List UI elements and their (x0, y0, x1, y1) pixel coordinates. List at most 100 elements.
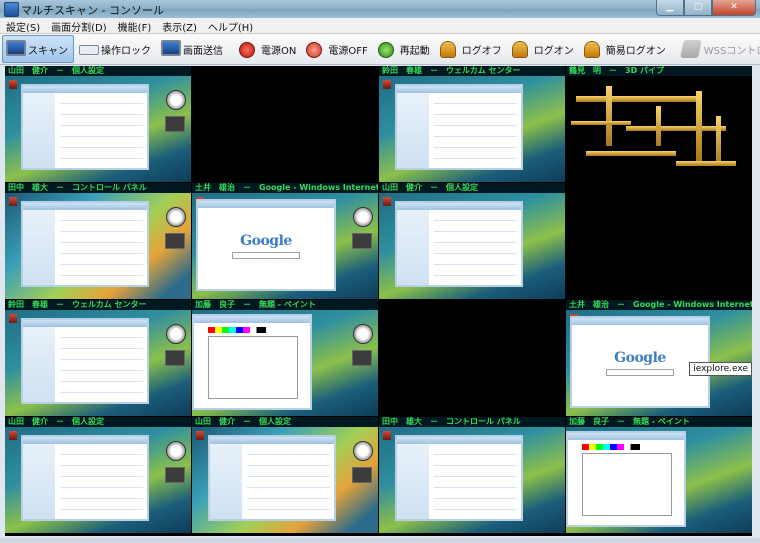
paint-canvas (207, 336, 299, 399)
close-button[interactable]: ✕ (712, 0, 756, 16)
window-controls: ▁ ▢ ✕ (656, 0, 756, 16)
client-screen-tile[interactable]: 加藤 良子 － 無題 - ペイント (192, 300, 378, 416)
client-screen-tile[interactable]: 加藤 良子 － 無題 - ペイント (566, 417, 752, 533)
menu-split-screen[interactable]: 画面分割(D) (45, 18, 112, 34)
google-logo: Google (240, 232, 292, 249)
keyboard-icon (79, 39, 99, 59)
client-screen-label: 山田 健介 － 個人設定 (5, 417, 191, 427)
pipe-segment (586, 151, 676, 156)
client-screen-tile[interactable]: 田中 雄大 － コントロール パネル (379, 417, 565, 533)
app-window-thumbnail (21, 84, 149, 170)
clock-gadget-icon (166, 441, 186, 461)
client-screen-label: 鶴見 明 － 3D パイプ (566, 66, 752, 76)
client-screen-tile[interactable]: 田中 雄大 － コントロール パネル (5, 183, 191, 299)
operation-lock-button[interactable]: 操作ロック (76, 36, 156, 62)
app-window-thumbnail (395, 84, 523, 170)
power-on-button[interactable]: 電源ON (236, 36, 301, 62)
slideshow-gadget (352, 467, 372, 483)
client-screen-tile[interactable]: 鈴田 春雄 － ウェルカム センター (5, 300, 191, 416)
clock-gadget-icon (166, 207, 186, 227)
logon-button[interactable]: ログオン (509, 36, 579, 62)
power-off-label: 電源OFF (328, 45, 368, 57)
app-window-thumbnail (395, 201, 523, 287)
client-screen-tile[interactable]: 山田 健介 － 個人設定 (5, 417, 191, 533)
quick-logon-label: 簡易ログオン (605, 45, 666, 57)
client-screen-label (192, 66, 378, 76)
client-screen-thumbnail (379, 76, 565, 182)
maximize-button[interactable]: ▢ (684, 0, 712, 16)
client-screen-thumbnail (566, 76, 752, 182)
monitor-icon (6, 39, 26, 59)
pipe-segment (656, 106, 661, 146)
recycle-bin-icon (9, 314, 17, 323)
title-bar[interactable]: マルチスキャン - コンソール ▁ ▢ ✕ (0, 0, 760, 19)
menu-view[interactable]: 表示(Z) (156, 18, 202, 34)
menu-bar: 設定(S) 画面分割(D) 機能(F) 表示(Z) ヘルプ(H) (0, 18, 760, 34)
client-screen-thumbnail (566, 427, 752, 533)
logoff-button[interactable]: ログオフ (437, 36, 507, 62)
menu-settings[interactable]: 設定(S) (0, 18, 45, 34)
app-window-thumbnail (21, 435, 149, 521)
client-screen-tile[interactable]: 山田 健介 － 個人設定 (379, 183, 565, 299)
app-window-thumbnail: Google (196, 199, 336, 291)
app-icon (4, 2, 19, 17)
restart-button[interactable]: 再起動 (375, 36, 435, 62)
clock-gadget-icon (353, 324, 373, 344)
client-screen-tile[interactable] (566, 183, 752, 299)
logon-label: ログオン (533, 45, 574, 57)
recycle-bin-icon (383, 80, 391, 89)
slideshow-gadget (165, 467, 185, 483)
logoff-icon (439, 39, 460, 59)
screen-send-button[interactable]: 画面送信 (158, 36, 228, 62)
window-title: マルチスキャン - コンソール (21, 4, 164, 17)
wss-controller-button[interactable]: WSSコントローラ (679, 36, 760, 62)
slideshow-gadget (352, 350, 372, 366)
power-on-icon (239, 39, 259, 59)
menu-functions[interactable]: 機能(F) (112, 18, 157, 34)
screen-grid: 山田 健介 － 個人設定 鈴田 春雄 － ウェルカム センター 鶴見 明 － 3D … (5, 66, 752, 536)
operation-lock-label: 操作ロック (101, 45, 151, 57)
app-window-thumbnail (395, 435, 523, 521)
scan-label: スキャン (28, 45, 68, 57)
logoff-label: ログオフ (461, 45, 502, 57)
app-window-thumbnail (21, 318, 149, 404)
minimize-button[interactable]: ▁ (656, 0, 684, 16)
client-screen-tile[interactable] (192, 66, 378, 182)
client-screen-label: 田中 雄大 － コントロール パネル (379, 417, 565, 427)
client-screen-thumbnail (379, 193, 565, 299)
client-screen-tile[interactable]: 土井 雄治 － Google - Windows Internet Google (192, 183, 378, 299)
scan-button[interactable]: スキャン (2, 35, 74, 63)
pipe-segment (576, 96, 696, 102)
recycle-bin-icon (9, 197, 17, 206)
power-off-button[interactable]: 電源OFF (303, 36, 372, 62)
client-screen-label: 山田 健介 － 個人設定 (5, 66, 191, 76)
client-screen-thumbnail (192, 310, 378, 416)
pipe-segment (676, 161, 736, 166)
pipe-segment (716, 116, 721, 166)
client-screen-tile[interactable]: 鈴田 春雄 － ウェルカム センター (379, 66, 565, 182)
client-screen-thumbnail (566, 193, 752, 299)
restart-icon (377, 39, 398, 59)
pipe-segment (626, 126, 726, 131)
client-screen-tile[interactable]: 山田 健介 － 個人設定 (192, 417, 378, 533)
client-screen-tile[interactable]: 土井 雄治 － Google - Windows Internet iexplor… (566, 300, 752, 416)
client-screen-thumbnail: Google (192, 193, 378, 299)
pipe-segment (571, 121, 631, 125)
client-screen-label (566, 183, 752, 193)
screen-send-label: 画面送信 (183, 45, 223, 57)
client-screen-label: 加藤 良子 － 無題 - ペイント (192, 300, 378, 310)
recycle-bin-icon (9, 80, 17, 89)
paint-canvas (581, 453, 673, 516)
client-screen-label: 鈴田 春雄 － ウェルカム センター (379, 66, 565, 76)
quick-logon-button[interactable]: 簡易ログオン (581, 36, 671, 62)
pipe-segment (606, 86, 612, 146)
client-screen-label (379, 300, 565, 310)
slideshow-gadget (352, 233, 372, 249)
process-tooltip: iexplore.exe (689, 362, 752, 376)
client-screen-tile[interactable]: 山田 健介 － 個人設定 (5, 66, 191, 182)
client-screen-tile[interactable]: 鶴見 明 － 3D パイプ (566, 66, 752, 182)
client-screen-label: 土井 雄治 － Google - Windows Internet (192, 183, 378, 193)
menu-help[interactable]: ヘルプ(H) (202, 18, 258, 34)
client-screen-label: 山田 健介 － 個人設定 (192, 417, 378, 427)
client-screen-tile[interactable] (379, 300, 565, 416)
